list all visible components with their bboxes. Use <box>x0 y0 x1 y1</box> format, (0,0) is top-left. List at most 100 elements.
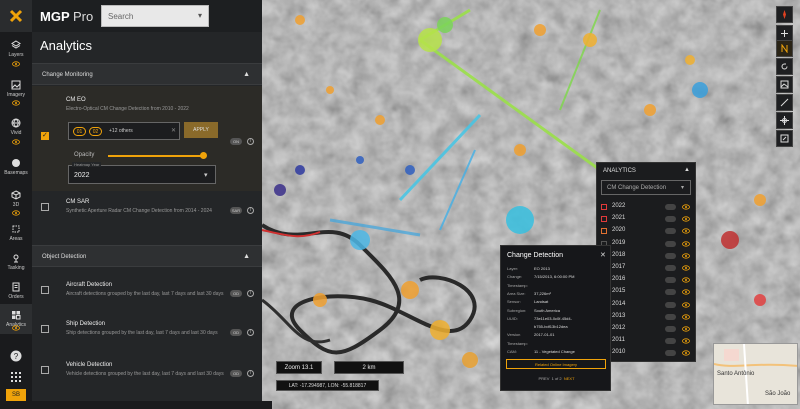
rail-item-tasking[interactable]: Tasking <box>0 247 32 277</box>
cm-sar-checkbox[interactable] <box>41 203 49 211</box>
opacity-slider-track[interactable] <box>108 155 203 157</box>
crosshair-button[interactable] <box>776 112 793 129</box>
legend-row[interactable]: 2022 <box>597 201 697 213</box>
section-change-monitoring[interactable]: Change Monitoring ▲ <box>32 63 262 85</box>
measure-button[interactable] <box>776 94 793 111</box>
legend-toggle[interactable] <box>665 277 676 284</box>
info-icon[interactable]: i <box>247 138 254 145</box>
eye-icon[interactable] <box>682 289 690 295</box>
draw-button[interactable] <box>776 130 793 147</box>
legend-row[interactable]: 2013 <box>597 311 697 323</box>
rail-item-basemaps[interactable]: Basemaps <box>0 152 32 182</box>
close-icon[interactable]: ✕ <box>171 127 176 134</box>
related-imagery-button[interactable]: Related Online Imagery <box>506 359 606 369</box>
legend-toggle[interactable] <box>665 228 676 235</box>
next-button[interactable]: NEXT <box>564 376 575 381</box>
popup-row: Timestamp: <box>507 341 611 349</box>
legend-row[interactable]: 2012 <box>597 323 697 335</box>
popup-row: UUID: 73e11e03-0c0f-45d4- <box>507 316 611 324</box>
chevron-down-icon[interactable]: ▾ <box>198 11 202 20</box>
chevron-up-icon[interactable]: ▲ <box>684 167 690 173</box>
compass-button[interactable] <box>776 6 793 23</box>
ship-checkbox[interactable] <box>41 325 49 333</box>
ship-pill: OD <box>230 329 242 336</box>
legend-toggle[interactable] <box>665 216 676 223</box>
chip-selector[interactable]: 01 02 +12 others ✕ <box>68 122 180 140</box>
apps-grid-icon[interactable] <box>11 372 21 382</box>
brand-suffix: Pro <box>73 8 94 24</box>
rail-item-vivid[interactable]: Vivid <box>0 112 32 142</box>
legend-layer-select[interactable]: CM Change Detection ▾ <box>601 180 691 195</box>
eye-icon[interactable] <box>682 277 690 283</box>
legend-toggle[interactable] <box>665 204 676 210</box>
eye-icon[interactable] <box>12 325 20 331</box>
rail-label-layers: Layers <box>8 52 24 58</box>
legend-row[interactable]: 2015 <box>597 286 697 298</box>
eye-icon[interactable] <box>682 350 690 356</box>
legend-row[interactable]: 2014 <box>597 299 697 311</box>
chevron-up-icon: ▲ <box>243 71 250 78</box>
rail-item-orders[interactable]: Orders <box>0 276 32 306</box>
eye-icon[interactable] <box>682 216 690 222</box>
legend-toggle[interactable] <box>665 252 676 259</box>
analytics-panel: Analytics Change Monitoring ▲ CM EO Elec… <box>32 32 262 409</box>
legend-row[interactable]: 2019 <box>597 238 697 250</box>
left-rail: Layers Imagery Vivid Basemaps 3D Areas T… <box>0 32 32 409</box>
aircraft-checkbox[interactable] <box>41 286 49 294</box>
info-icon[interactable]: i <box>247 207 254 214</box>
minimap[interactable]: Santo Antônio São João <box>713 343 798 405</box>
apply-button[interactable]: APPLY <box>184 122 218 138</box>
legend-row[interactable]: 2010 <box>597 347 697 359</box>
eye-icon[interactable] <box>682 314 690 320</box>
legend-toggle[interactable] <box>665 301 676 308</box>
legend-toggle[interactable] <box>665 289 676 296</box>
vehicle-checkbox[interactable] <box>41 366 49 374</box>
north-button[interactable] <box>776 40 793 57</box>
search-input[interactable]: Search ▾ <box>101 5 209 27</box>
section-object-detection[interactable]: Object Detection ▲ <box>32 245 262 267</box>
cm-eo-checkbox[interactable] <box>41 131 49 140</box>
eye-icon[interactable] <box>682 326 690 332</box>
eye-icon[interactable] <box>12 100 20 106</box>
app-logo[interactable] <box>0 0 32 32</box>
legend-row[interactable]: 2021 <box>597 213 697 225</box>
legend-toggle[interactable] <box>665 350 676 357</box>
legend-toggle[interactable] <box>665 240 676 247</box>
chip-01[interactable]: 01 <box>73 127 86 136</box>
eye-icon[interactable] <box>682 240 690 247</box>
info-icon[interactable]: i <box>247 370 254 377</box>
legend-row[interactable]: 2016 <box>597 274 697 286</box>
eye-icon[interactable] <box>682 228 690 234</box>
eye-icon[interactable] <box>12 61 20 67</box>
eye-icon[interactable] <box>682 204 690 210</box>
rail-label-vivid: Vivid <box>10 130 22 136</box>
image-compare-button[interactable] <box>776 76 793 93</box>
user-avatar[interactable]: SB <box>6 389 26 401</box>
heatmap-year-select[interactable] <box>68 165 216 184</box>
legend-row[interactable]: 2018 <box>597 250 697 262</box>
rail-item-layers[interactable]: Layers <box>0 34 32 64</box>
legend-row[interactable]: 2011 <box>597 335 697 347</box>
legend-toggle[interactable] <box>665 326 676 332</box>
rail-label-tasking: Tasking <box>7 265 25 271</box>
legend-toggle[interactable] <box>665 338 676 345</box>
eye-icon[interactable] <box>682 265 690 271</box>
legend-toggle[interactable] <box>665 265 676 271</box>
eye-icon[interactable] <box>682 301 690 308</box>
eye-icon[interactable] <box>12 210 20 216</box>
close-icon[interactable]: ✕ <box>600 251 606 259</box>
rotate-button[interactable] <box>776 58 793 75</box>
chip-02[interactable]: 02 <box>89 127 102 136</box>
info-icon[interactable]: i <box>247 290 254 297</box>
legend-row[interactable]: 2017 <box>597 262 697 274</box>
legend-row[interactable]: 2020 <box>597 225 697 237</box>
help-icon[interactable]: ? <box>10 350 22 362</box>
eye-icon[interactable] <box>682 253 690 259</box>
eye-icon[interactable] <box>682 338 690 344</box>
rail-item-areas[interactable]: Areas <box>0 218 32 248</box>
prev-button[interactable]: PREV <box>538 376 549 381</box>
legend-toggle[interactable] <box>665 313 676 320</box>
eye-icon[interactable] <box>12 139 20 145</box>
opacity-slider-handle[interactable] <box>200 152 207 159</box>
info-icon[interactable]: i <box>247 329 254 336</box>
